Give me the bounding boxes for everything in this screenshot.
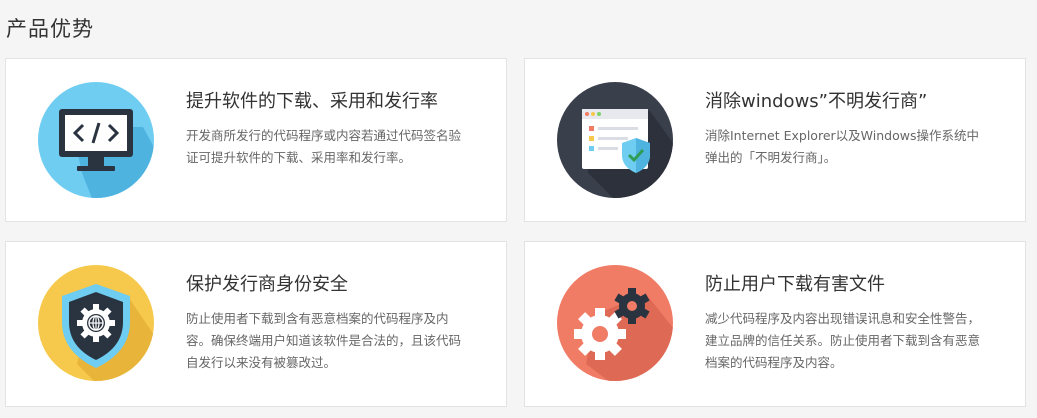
card-description: 减少代码程序及内容出现错误讯息和安全性警告，建立品牌的信任关系。防止使用者下载到… xyxy=(705,311,981,370)
card-title: 消除windows”不明发行商” xyxy=(705,91,928,112)
gears-icon xyxy=(557,265,673,381)
section-title: 产品优势 xyxy=(6,17,94,41)
code-monitor-icon xyxy=(38,82,154,198)
shield-gear-icon xyxy=(38,265,154,381)
card-title: 提升软件的下载、采用和发行率 xyxy=(186,91,438,112)
feature-card-publisher-security: 保护发行商身份安全 防止使用者下载到含有恶意档案的代码程序及内容。确保终端用户知… xyxy=(5,241,507,407)
card-title: 防止用户下载有害文件 xyxy=(705,274,885,295)
feature-card-harmful-files: 防止用户下载有害文件 减少代码程序及内容出现错误讯息和安全性警告，建立品牌的信任… xyxy=(524,241,1026,407)
feature-card-download-rate: 提升软件的下载、采用和发行率 开发商所发行的代码程序或内容若通过代码签名验证可提… xyxy=(5,58,507,222)
card-title: 保护发行商身份安全 xyxy=(186,274,348,295)
card-description: 消除Internet Explorer以及Windows操作系统中弹出的「不明发… xyxy=(705,128,979,165)
feature-card-unknown-publisher: 消除windows”不明发行商” 消除Internet Explorer以及Wi… xyxy=(524,58,1026,222)
card-description: 开发商所发行的代码程序或内容若通过代码签名验证可提升软件的下载、采用率和发行率。 xyxy=(186,128,462,165)
browser-shield-icon xyxy=(557,82,673,198)
card-description: 防止使用者下载到含有恶意档案的代码程序及内容。确保终端用户知道该软件是合法的，且… xyxy=(186,311,462,370)
